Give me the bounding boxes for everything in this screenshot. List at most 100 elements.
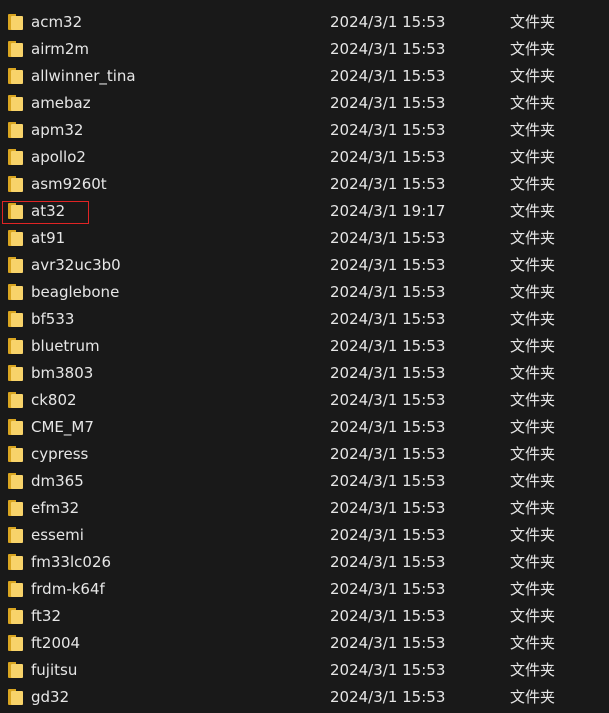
modified-date: 2024/3/1 15:53 xyxy=(330,526,446,544)
file-row[interactable]: ft2004 2024/3/1 15:53 文件夹 xyxy=(0,630,609,657)
file-name: airm2m xyxy=(31,40,90,58)
modified-date: 2024/3/1 15:53 xyxy=(330,580,446,598)
file-name: amebaz xyxy=(31,94,91,112)
file-type: 文件夹 xyxy=(510,67,556,85)
file-name: apm32 xyxy=(31,121,84,139)
folder-icon xyxy=(8,95,23,111)
modified-date: 2024/3/1 15:53 xyxy=(330,148,446,166)
file-type: 文件夹 xyxy=(510,499,556,517)
folder-icon xyxy=(8,554,23,570)
modified-date: 2024/3/1 15:53 xyxy=(330,364,446,382)
file-row[interactable]: cypress 2024/3/1 15:53 文件夹 xyxy=(0,441,609,468)
file-name: cypress xyxy=(31,445,89,463)
file-name: asm9260t xyxy=(31,175,107,193)
modified-date: 2024/3/1 15:53 xyxy=(330,499,446,517)
file-row[interactable]: gd32 2024/3/1 15:53 文件夹 xyxy=(0,684,609,711)
modified-date: 2024/3/1 15:53 xyxy=(330,634,446,652)
file-type: 文件夹 xyxy=(510,175,556,193)
file-name: beaglebone xyxy=(31,283,120,301)
file-type: 文件夹 xyxy=(510,13,556,31)
file-row[interactable]: bm3803 2024/3/1 15:53 文件夹 xyxy=(0,360,609,387)
file-row[interactable]: beaglebone 2024/3/1 15:53 文件夹 xyxy=(0,279,609,306)
file-row[interactable]: airm2m 2024/3/1 15:53 文件夹 xyxy=(0,36,609,63)
file-type: 文件夹 xyxy=(510,283,556,301)
file-type: 文件夹 xyxy=(510,688,556,706)
file-name: avr32uc3b0 xyxy=(31,256,121,274)
file-name: frdm-k64f xyxy=(31,580,105,598)
file-row[interactable]: ft32 2024/3/1 15:53 文件夹 xyxy=(0,603,609,630)
folder-icon xyxy=(8,122,23,138)
modified-date: 2024/3/1 15:53 xyxy=(330,472,446,490)
file-row[interactable]: amebaz 2024/3/1 15:53 文件夹 xyxy=(0,90,609,117)
folder-icon xyxy=(8,203,23,219)
modified-date: 2024/3/1 15:53 xyxy=(330,175,446,193)
folder-icon xyxy=(8,257,23,273)
file-name: bm3803 xyxy=(31,364,94,382)
folder-icon xyxy=(8,500,23,516)
file-name: at32 xyxy=(31,202,66,220)
file-type: 文件夹 xyxy=(510,661,556,679)
modified-date: 2024/3/1 15:53 xyxy=(330,256,446,274)
modified-date: 2024/3/1 15:53 xyxy=(330,229,446,247)
modified-date: 2024/3/1 15:53 xyxy=(330,607,446,625)
folder-icon xyxy=(8,284,23,300)
file-type: 文件夹 xyxy=(510,418,556,436)
modified-date: 2024/3/1 15:53 xyxy=(330,418,446,436)
folder-icon xyxy=(8,419,23,435)
file-type: 文件夹 xyxy=(510,526,556,544)
folder-icon xyxy=(8,176,23,192)
file-name: essemi xyxy=(31,526,84,544)
file-type: 文件夹 xyxy=(510,121,556,139)
file-name: fujitsu xyxy=(31,661,78,679)
folder-icon xyxy=(8,473,23,489)
modified-date: 2024/3/1 15:53 xyxy=(330,310,446,328)
folder-icon xyxy=(8,527,23,543)
file-row[interactable]: dm365 2024/3/1 15:53 文件夹 xyxy=(0,468,609,495)
file-type: 文件夹 xyxy=(510,364,556,382)
folder-icon xyxy=(8,446,23,462)
modified-date: 2024/3/1 15:53 xyxy=(330,94,446,112)
file-type: 文件夹 xyxy=(510,472,556,490)
file-name: efm32 xyxy=(31,499,80,517)
folder-icon xyxy=(8,635,23,651)
folder-icon xyxy=(8,662,23,678)
file-row[interactable]: allwinner_tina 2024/3/1 15:53 文件夹 xyxy=(0,63,609,90)
file-row[interactable]: acm32 2024/3/1 15:53 文件夹 xyxy=(0,9,609,36)
file-row[interactable]: essemi 2024/3/1 15:53 文件夹 xyxy=(0,522,609,549)
folder-icon xyxy=(8,149,23,165)
file-type: 文件夹 xyxy=(510,148,556,166)
folder-icon xyxy=(8,311,23,327)
file-type: 文件夹 xyxy=(510,40,556,58)
file-row[interactable]: apm32 2024/3/1 15:53 文件夹 xyxy=(0,117,609,144)
file-row[interactable]: bluetrum 2024/3/1 15:53 文件夹 xyxy=(0,333,609,360)
file-type: 文件夹 xyxy=(510,445,556,463)
file-row[interactable]: fm33lc026 2024/3/1 15:53 文件夹 xyxy=(0,549,609,576)
file-type: 文件夹 xyxy=(510,256,556,274)
file-row[interactable]: at91 2024/3/1 15:53 文件夹 xyxy=(0,225,609,252)
file-name: ft32 xyxy=(31,607,61,625)
folder-icon xyxy=(8,68,23,84)
file-name: allwinner_tina xyxy=(31,67,136,85)
file-row[interactable]: frdm-k64f 2024/3/1 15:53 文件夹 xyxy=(0,576,609,603)
file-row[interactable]: bf533 2024/3/1 15:53 文件夹 xyxy=(0,306,609,333)
file-type: 文件夹 xyxy=(510,202,556,220)
file-row[interactable]: ck802 2024/3/1 15:53 文件夹 xyxy=(0,387,609,414)
file-row[interactable]: CME_M7 2024/3/1 15:53 文件夹 xyxy=(0,414,609,441)
modified-date: 2024/3/1 15:53 xyxy=(330,67,446,85)
file-type: 文件夹 xyxy=(510,94,556,112)
folder-icon xyxy=(8,338,23,354)
file-row[interactable]: efm32 2024/3/1 15:53 文件夹 xyxy=(0,495,609,522)
file-type: 文件夹 xyxy=(510,580,556,598)
file-row[interactable]: fujitsu 2024/3/1 15:53 文件夹 xyxy=(0,657,609,684)
folder-icon xyxy=(8,581,23,597)
modified-date: 2024/3/1 15:53 xyxy=(330,40,446,58)
file-name: bluetrum xyxy=(31,337,100,355)
modified-date: 2024/3/1 15:53 xyxy=(330,13,446,31)
modified-date: 2024/3/1 15:53 xyxy=(330,283,446,301)
file-row[interactable]: at32 2024/3/1 19:17 文件夹 xyxy=(0,198,609,225)
file-name: apollo2 xyxy=(31,148,86,166)
file-row[interactable]: avr32uc3b0 2024/3/1 15:53 文件夹 xyxy=(0,252,609,279)
file-row[interactable]: apollo2 2024/3/1 15:53 文件夹 xyxy=(0,144,609,171)
modified-date: 2024/3/1 15:53 xyxy=(330,391,446,409)
file-row[interactable]: asm9260t 2024/3/1 15:53 文件夹 xyxy=(0,171,609,198)
